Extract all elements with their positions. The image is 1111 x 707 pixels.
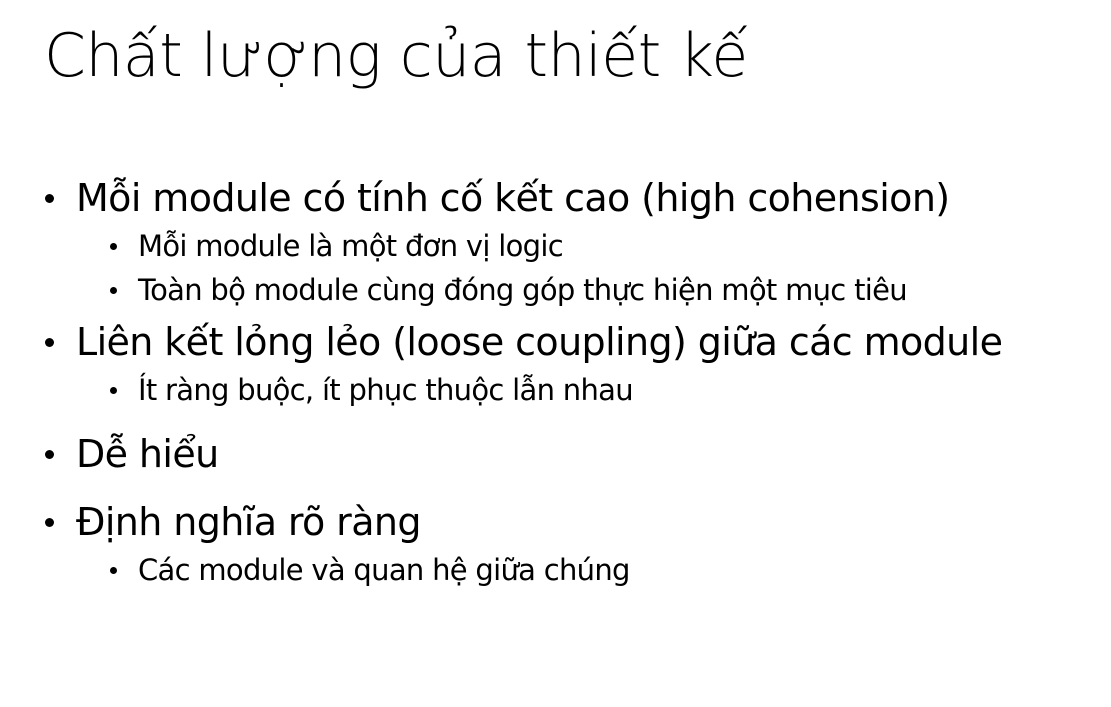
sub-bullet-text: Các module và quan hệ giữa chúng bbox=[138, 553, 630, 587]
bullet-text: Liên kết lỏng lẻo (loose coupling) giữa … bbox=[76, 320, 1003, 364]
sub-bullet-text: Ít ràng buộc, ít phục thuộc lẫn nhau bbox=[138, 373, 634, 407]
slide-title: Chất lượng của thiết kế bbox=[44, 21, 748, 91]
bullet-dot-icon bbox=[45, 338, 54, 347]
bullet-dot-icon bbox=[110, 287, 117, 294]
bullet-text: Định nghĩa rõ ràng bbox=[76, 500, 422, 544]
bullet-list: Mỗi module có tính cố kết cao (high cohe… bbox=[40, 172, 1105, 592]
bullet-dot-icon bbox=[45, 518, 54, 527]
bullet-dot-icon bbox=[110, 387, 117, 394]
bullet-item: Dễ hiểu bbox=[40, 428, 1105, 480]
bullet-dot-icon bbox=[110, 243, 117, 250]
bullet-dot-icon bbox=[45, 194, 54, 203]
sub-bullet-item: Toàn bộ module cùng đóng góp thực hiện m… bbox=[40, 268, 1105, 312]
bullet-item: Liên kết lỏng lẻo (loose coupling) giữa … bbox=[40, 316, 1105, 368]
bullet-dot-icon bbox=[110, 567, 117, 574]
sub-bullet-item: Mỗi module là một đơn vị logic bbox=[40, 224, 1105, 268]
sub-bullet-item: Các module và quan hệ giữa chúng bbox=[40, 548, 1105, 592]
sub-bullet-text: Toàn bộ module cùng đóng góp thực hiện m… bbox=[138, 273, 908, 307]
bullet-text: Dễ hiểu bbox=[76, 432, 219, 476]
sub-bullet-item: Ít ràng buộc, ít phục thuộc lẫn nhau bbox=[40, 368, 1105, 412]
bullet-text: Mỗi module có tính cố kết cao (high cohe… bbox=[76, 176, 950, 220]
sub-bullet-text: Mỗi module là một đơn vị logic bbox=[138, 229, 564, 263]
bullet-dot-icon bbox=[45, 450, 54, 459]
bullet-item: Định nghĩa rõ ràng bbox=[40, 496, 1105, 548]
slide: Chất lượng của thiết kế Mỗi module có tí… bbox=[0, 0, 1111, 707]
bullet-item: Mỗi module có tính cố kết cao (high cohe… bbox=[40, 172, 1105, 224]
